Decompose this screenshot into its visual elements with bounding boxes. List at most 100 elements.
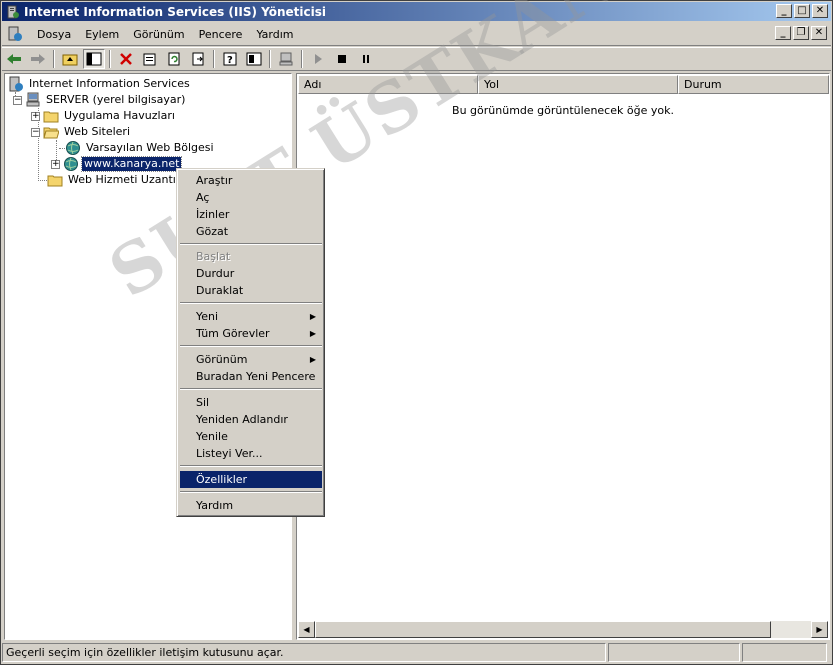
forward-icon[interactable] bbox=[27, 49, 49, 69]
menu-item-new[interactable]: Yeni ▶ bbox=[180, 308, 322, 325]
menu-view[interactable]: Görünüm bbox=[126, 24, 191, 44]
menu-item-permissions[interactable]: İzinler bbox=[180, 206, 322, 223]
status-bar: Geçerli seçim için özellikler iletişim k… bbox=[2, 643, 831, 663]
column-header-name[interactable]: Adı bbox=[298, 75, 478, 94]
toolbar-separator bbox=[53, 50, 55, 68]
tree-item-web-extensions[interactable]: Web Hizmeti Uzantıları bbox=[47, 172, 195, 188]
menu-item-all-tasks-label: Tüm Görevler bbox=[196, 327, 270, 340]
submenu-arrow-icon: ▶ bbox=[309, 355, 316, 364]
menu-item-view[interactable]: Görünüm ▶ bbox=[180, 351, 322, 368]
iis-manager-window: Internet Information Services (IIS) Yöne… bbox=[0, 0, 833, 665]
tree-item-default-site[interactable]: Varsayılan Web Bölgesi bbox=[65, 140, 216, 156]
back-icon[interactable] bbox=[3, 49, 25, 69]
menu-item-explore[interactable]: Araştır bbox=[180, 172, 322, 189]
menu-item-help[interactable]: Yardım bbox=[180, 497, 322, 514]
mdi-close-button[interactable]: ✕ bbox=[811, 26, 827, 40]
scroll-right-icon[interactable]: ▶ bbox=[811, 621, 828, 638]
up-one-level-icon[interactable] bbox=[59, 49, 81, 69]
refresh-icon[interactable] bbox=[163, 49, 185, 69]
help-icon[interactable]: ? bbox=[219, 49, 241, 69]
toolbar-separator bbox=[109, 50, 111, 68]
menu-separator bbox=[180, 465, 322, 467]
menu-item-view-label: Görünüm bbox=[196, 353, 248, 366]
details-pane[interactable]: Adı Yol Durum Bu görünümde görüntülenece… bbox=[296, 73, 830, 640]
toolbar-separator bbox=[301, 50, 303, 68]
export-list-icon[interactable] bbox=[187, 49, 209, 69]
connect-computer-icon[interactable] bbox=[275, 49, 297, 69]
pause-icon[interactable] bbox=[355, 49, 377, 69]
maximize-button[interactable]: □ bbox=[794, 4, 810, 18]
expand-icon[interactable]: + bbox=[31, 111, 40, 121]
tree-label-selected: www.kanarya.net bbox=[80, 156, 183, 172]
tree-line bbox=[38, 180, 47, 181]
menu-window[interactable]: Pencere bbox=[192, 24, 250, 44]
menu-action[interactable]: Eylem bbox=[78, 24, 126, 44]
tree-item-kanarya[interactable]: + www.kanarya.net bbox=[51, 156, 183, 172]
tree-item-iis-root[interactable]: Internet Information Services bbox=[8, 76, 192, 92]
menu-item-properties[interactable]: Özellikler bbox=[180, 471, 322, 488]
server-computer-icon bbox=[25, 92, 41, 108]
tree-item-web-sites[interactable]: − Web Siteleri bbox=[31, 124, 132, 140]
menu-item-browse[interactable]: Gözat bbox=[180, 223, 322, 240]
menu-item-pause[interactable]: Duraklat bbox=[180, 282, 322, 299]
show-hide-action-pane-icon[interactable] bbox=[243, 49, 265, 69]
menu-item-new-window-from-here[interactable]: Buradan Yeni Pencere bbox=[180, 368, 322, 385]
menu-separator bbox=[180, 388, 322, 390]
column-header-status[interactable]: Durum bbox=[678, 75, 829, 94]
tree-label: Internet Information Services bbox=[29, 77, 190, 90]
status-pane-3 bbox=[742, 643, 827, 662]
submenu-arrow-icon: ▶ bbox=[309, 312, 316, 321]
menu-item-export-list[interactable]: Listeyi Ver... bbox=[180, 445, 322, 462]
collapse-icon[interactable]: − bbox=[13, 95, 22, 105]
start-icon[interactable] bbox=[307, 49, 329, 69]
column-header-path[interactable]: Yol bbox=[478, 75, 678, 94]
menu-separator bbox=[180, 345, 322, 347]
window-title: Internet Information Services (IIS) Yöne… bbox=[24, 4, 326, 19]
stop-icon[interactable] bbox=[331, 49, 353, 69]
tree-label: Uygulama Havuzları bbox=[64, 109, 175, 122]
menu-item-start: Başlat bbox=[196, 250, 231, 263]
show-hide-console-tree-icon[interactable] bbox=[83, 49, 105, 69]
menu-separator bbox=[180, 243, 322, 245]
menu-item-open[interactable]: Aç bbox=[180, 189, 322, 206]
menu-item-rename[interactable]: Yeniden Adlandır bbox=[180, 411, 322, 428]
globe-icon bbox=[65, 140, 81, 156]
scroll-thumb[interactable] bbox=[315, 621, 771, 638]
menu-item-refresh[interactable]: Yenile bbox=[180, 428, 322, 445]
folder-icon bbox=[43, 108, 59, 124]
submenu-arrow-icon: ▶ bbox=[309, 329, 316, 338]
horizontal-scrollbar[interactable]: ◀ ▶ bbox=[298, 621, 828, 638]
tree-item-app-pools[interactable]: + Uygulama Havuzları bbox=[31, 108, 177, 124]
toolbar: ? bbox=[2, 47, 831, 71]
delete-icon[interactable] bbox=[115, 49, 137, 69]
menu-item-stop[interactable]: Durdur bbox=[180, 265, 322, 282]
tree-item-server[interactable]: − SERVER (yerel bilgisayar) bbox=[13, 92, 187, 108]
title-bar[interactable]: Internet Information Services (IIS) Yöne… bbox=[2, 2, 831, 21]
expand-icon[interactable]: + bbox=[51, 159, 60, 169]
status-text: Geçerli seçim için özellikler iletişim k… bbox=[2, 643, 606, 662]
svg-text:?: ? bbox=[227, 55, 233, 66]
empty-list-message: Bu görünümde görüntülenecek öğe yok. bbox=[452, 104, 674, 117]
folder-open-icon bbox=[43, 124, 60, 140]
menu-help[interactable]: Yardım bbox=[249, 24, 300, 44]
tree-label: SERVER (yerel bilgisayar) bbox=[46, 93, 186, 106]
menu-item-delete[interactable]: Sil bbox=[180, 394, 322, 411]
globe-icon bbox=[63, 156, 79, 172]
collapse-icon[interactable]: − bbox=[31, 127, 40, 137]
status-pane-2 bbox=[608, 643, 740, 662]
properties-icon[interactable] bbox=[139, 49, 161, 69]
mdi-restore-button[interactable]: ❐ bbox=[793, 26, 809, 40]
minimize-button[interactable]: _ bbox=[776, 4, 792, 18]
mmc-document-icon[interactable] bbox=[6, 25, 24, 43]
toolbar-separator bbox=[269, 50, 271, 68]
menu-bar: Dosya Eylem Görünüm Pencere Yardım _ ❐ ✕ bbox=[2, 23, 831, 46]
iis-app-icon bbox=[5, 4, 21, 20]
menu-file[interactable]: Dosya bbox=[30, 24, 78, 44]
menu-item-all-tasks[interactable]: Tüm Görevler ▶ bbox=[180, 325, 322, 342]
menu-item-new-label: Yeni bbox=[196, 310, 219, 323]
close-button[interactable]: ✕ bbox=[812, 4, 828, 18]
tree-label: Web Siteleri bbox=[64, 125, 130, 138]
scroll-left-icon[interactable]: ◀ bbox=[298, 621, 315, 638]
menu-separator bbox=[180, 302, 322, 304]
mdi-minimize-button[interactable]: _ bbox=[775, 26, 791, 40]
